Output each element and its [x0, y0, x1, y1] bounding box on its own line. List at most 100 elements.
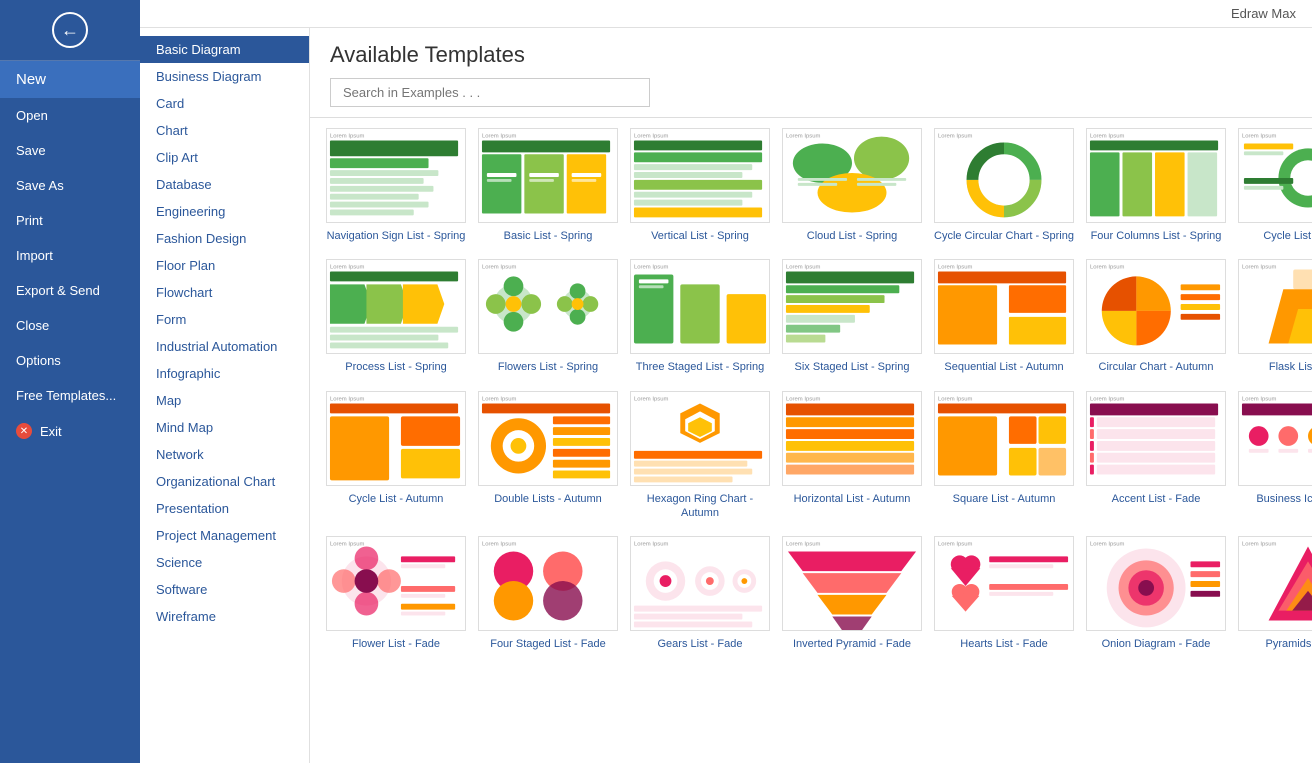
template-item[interactable]: Lorem Ipsum Onion Diagram - Fade	[1086, 536, 1226, 651]
category-business-diagram[interactable]: Business Diagram	[140, 63, 309, 90]
template-item[interactable]: Lorem Ipsum Three Staged List - Spring	[630, 259, 770, 374]
category-science[interactable]: Science	[140, 549, 309, 576]
template-item[interactable]: Lorem Ipsum Vertical List - Spring	[630, 128, 770, 243]
template-label: Inverted Pyramid - Fade	[793, 637, 911, 651]
template-label: Process List - Spring	[345, 360, 446, 374]
template-thumbnail: Lorem Ipsum	[1238, 128, 1312, 223]
category-engineering[interactable]: Engineering	[140, 198, 309, 225]
sidebar-item-close[interactable]: Close	[0, 308, 140, 343]
template-thumbnail: Lorem Ipsum	[1086, 128, 1226, 223]
category-software[interactable]: Software	[140, 576, 309, 603]
sidebar-item-exit[interactable]: ✕ Exit	[0, 413, 140, 449]
category-floor-plan[interactable]: Floor Plan	[140, 252, 309, 279]
svg-text:Lorem Ipsum: Lorem Ipsum	[1242, 134, 1277, 140]
template-thumbnail: Lorem Ipsum	[326, 536, 466, 631]
template-label: Cycle Circular Chart - Spring	[934, 229, 1074, 243]
category-card[interactable]: Card	[140, 90, 309, 117]
template-label: Gears List - Fade	[658, 637, 743, 651]
sidebar-item-save[interactable]: Save	[0, 133, 140, 168]
template-item[interactable]: Lorem Ipsum Cycle List - Autumn	[326, 391, 466, 521]
back-button[interactable]: ←	[0, 0, 140, 61]
template-item[interactable]: Lorem Ipsum Horizontal List - Autumn	[782, 391, 922, 521]
category-mind-map[interactable]: Mind Map	[140, 414, 309, 441]
sidebar-item-export-send[interactable]: Export & Send	[0, 273, 140, 308]
template-label: Onion Diagram - Fade	[1102, 637, 1211, 651]
svg-text:Lorem Ipsum: Lorem Ipsum	[482, 134, 517, 140]
sidebar-item-print[interactable]: Print	[0, 203, 140, 238]
category-presentation[interactable]: Presentation	[140, 495, 309, 522]
category-map[interactable]: Map	[140, 387, 309, 414]
category-form[interactable]: Form	[140, 306, 309, 333]
search-input[interactable]	[330, 78, 650, 107]
template-item[interactable]: Lorem Ipsum Accent List - Fade	[1086, 391, 1226, 521]
template-label: Pyramids List - ...	[1266, 637, 1312, 651]
svg-text:Lorem Ipsum: Lorem Ipsum	[786, 396, 821, 402]
sidebar-item-open[interactable]: Open	[0, 98, 140, 133]
sidebar-item-import[interactable]: Import	[0, 238, 140, 273]
template-item[interactable]: Lorem Ipsum Inverted Pyramid - Fade	[782, 536, 922, 651]
template-item[interactable]: Lorem Ipsum Flower List - Fade	[326, 536, 466, 651]
template-item[interactable]: Lorem Ipsum Cycle Circular Chart - Sprin…	[934, 128, 1074, 243]
sidebar-item-save-as[interactable]: Save As	[0, 168, 140, 203]
category-project-management[interactable]: Project Management	[140, 522, 309, 549]
template-header: Available Templates	[310, 28, 1312, 118]
template-label: Cycle List - Autumn	[349, 492, 444, 506]
sidebar-item-options[interactable]: Options	[0, 343, 140, 378]
template-label: Three Staged List - Spring	[636, 360, 764, 374]
template-item[interactable]: Lorem Ipsum Hexagon Ring Chart - Autumn	[630, 391, 770, 521]
main-area: Edraw Max Basic Diagram Business Diagram…	[140, 0, 1312, 763]
template-label: Flask List - Au...	[1269, 360, 1312, 374]
template-item[interactable]: Lorem Ipsum Pyramids List - ...	[1238, 536, 1312, 651]
category-wireframe[interactable]: Wireframe	[140, 603, 309, 630]
template-label: Hearts List - Fade	[960, 637, 1047, 651]
svg-text:Lorem Ipsum: Lorem Ipsum	[938, 542, 973, 548]
svg-text:Lorem Ipsum: Lorem Ipsum	[482, 265, 517, 271]
template-grid: Lorem Ipsum Navigation Sign List - Sprin…	[326, 128, 1296, 651]
template-item[interactable]: Lorem Ipsum Square List - Autumn	[934, 391, 1074, 521]
template-item[interactable]: Lorem Ipsum Cloud List - Spring	[782, 128, 922, 243]
category-industrial-automation[interactable]: Industrial Automation	[140, 333, 309, 360]
template-item[interactable]: Lorem Ipsum Navigation Sign List - Sprin…	[326, 128, 466, 243]
category-database[interactable]: Database	[140, 171, 309, 198]
template-thumbnail: Lorem Ipsum	[630, 259, 770, 354]
template-item[interactable]: Lorem Ipsum Flowers List - Spring	[478, 259, 618, 374]
svg-text:Lorem Ipsum: Lorem Ipsum	[938, 396, 973, 402]
page-title: Available Templates	[330, 42, 1292, 68]
template-item[interactable]: Lorem Ipsum Business Icon - Fade	[1238, 391, 1312, 521]
template-item[interactable]: Lorem Ipsum Circular Chart - Autumn	[1086, 259, 1226, 374]
category-organizational-chart[interactable]: Organizational Chart	[140, 468, 309, 495]
template-item[interactable]: Lorem Ipsum Four Columns List - Spring	[1086, 128, 1226, 243]
category-fashion-design[interactable]: Fashion Design	[140, 225, 309, 252]
template-item[interactable]: Lorem Ipsum Basic List - Spring	[478, 128, 618, 243]
template-item[interactable]: Lorem Ipsum Gears List - Fade	[630, 536, 770, 651]
back-circle-icon: ←	[52, 12, 88, 48]
template-thumbnail: Lorem Ipsum	[782, 128, 922, 223]
template-area: Available Templates Lorem Ipsum Navigati…	[310, 28, 1312, 763]
svg-text:Lorem Ipsum: Lorem Ipsum	[634, 396, 669, 402]
template-item[interactable]: Lorem Ipsum Four Staged List - Fade	[478, 536, 618, 651]
svg-text:Lorem Ipsum: Lorem Ipsum	[1242, 542, 1277, 548]
template-label: Four Columns List - Spring	[1091, 229, 1222, 243]
category-clip-art[interactable]: Clip Art	[140, 144, 309, 171]
template-label: Six Staged List - Spring	[795, 360, 910, 374]
category-basic-diagram[interactable]: Basic Diagram	[140, 36, 309, 63]
sidebar-item-new[interactable]: New	[0, 61, 140, 98]
template-thumbnail: Lorem Ipsum	[1238, 536, 1312, 631]
app-title: Edraw Max	[1231, 6, 1296, 21]
template-item[interactable]: Lorem Ipsum Process List - Spring	[326, 259, 466, 374]
category-network[interactable]: Network	[140, 441, 309, 468]
category-chart[interactable]: Chart	[140, 117, 309, 144]
template-item[interactable]: Lorem Ipsum Double Lists - Autumn	[478, 391, 618, 521]
template-item[interactable]: Lorem Ipsum Flask List - Au...	[1238, 259, 1312, 374]
svg-text:Lorem Ipsum: Lorem Ipsum	[786, 134, 821, 140]
category-sidebar: Basic Diagram Business Diagram Card Char…	[140, 28, 310, 763]
template-item[interactable]: Lorem Ipsum Six Staged List - Spring	[782, 259, 922, 374]
template-thumbnail: Lorem Ipsum	[326, 128, 466, 223]
sidebar-item-free-templates[interactable]: Free Templates...	[0, 378, 140, 413]
category-flowchart[interactable]: Flowchart	[140, 279, 309, 306]
template-item[interactable]: Lorem Ipsum Sequential List - Autumn	[934, 259, 1074, 374]
template-item[interactable]: Lorem Ipsum Cycle List - Spring	[1238, 128, 1312, 243]
template-item[interactable]: Lorem Ipsum Hearts List - Fade	[934, 536, 1074, 651]
template-label: Four Staged List - Fade	[490, 637, 606, 651]
category-infographic[interactable]: Infographic	[140, 360, 309, 387]
